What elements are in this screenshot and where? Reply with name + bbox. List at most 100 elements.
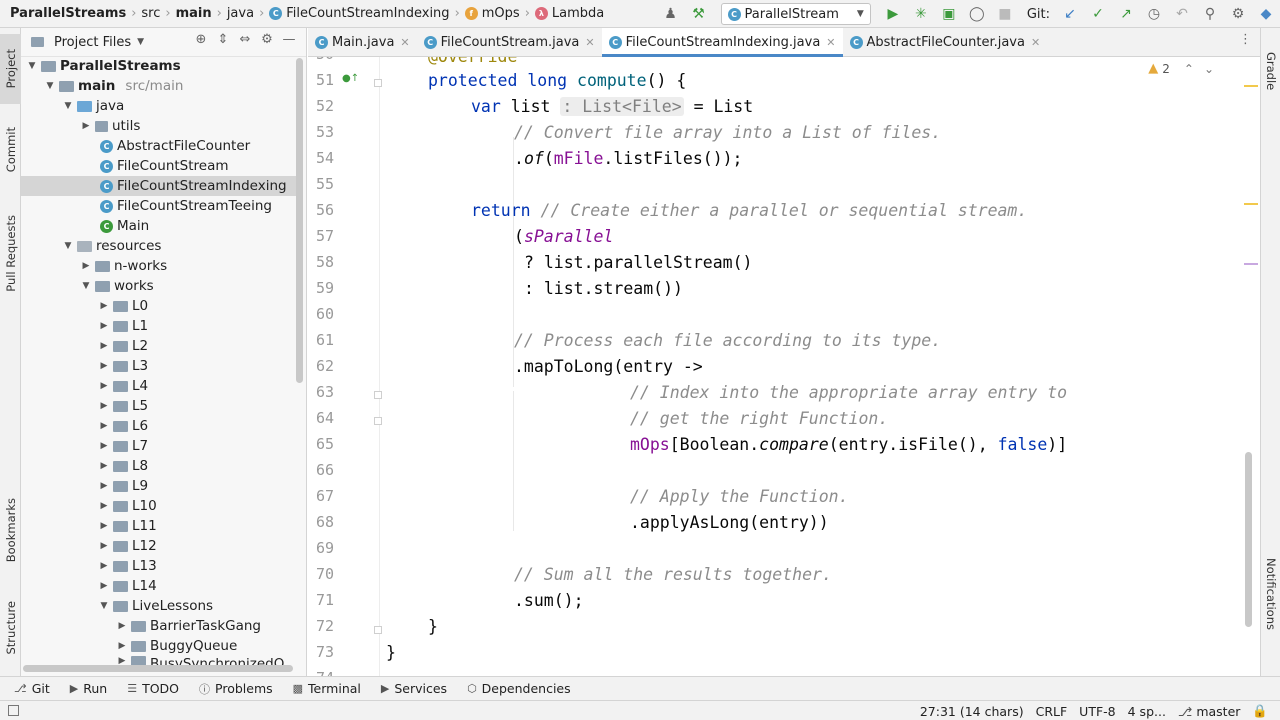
tool-run-button[interactable]: ▶ Run: [70, 681, 107, 696]
project-tool-tab[interactable]: Project: [0, 34, 21, 104]
tab-filecountstream-java[interactable]: C FileCountStream.java ✕: [417, 28, 602, 56]
caret-position[interactable]: 27:31 (14 chars): [920, 704, 1024, 719]
project-vertical-scrollbar[interactable]: [296, 58, 303, 383]
tree-item-main[interactable]: ▼ main src/main: [21, 76, 296, 96]
lock-icon[interactable]: 🔒: [1252, 703, 1268, 719]
build-hammer-icon[interactable]: ⚒: [687, 2, 711, 26]
tree-item-level[interactable]: ▶ L8: [21, 456, 296, 476]
tree-item-file-selected[interactable]: C FileCountStreamIndexing: [21, 176, 296, 196]
tab-abstractfilecounter-java[interactable]: C AbstractFileCounter.java ✕: [843, 28, 1048, 56]
tree-item-works[interactable]: ▼ works: [21, 276, 296, 296]
run-configuration-select[interactable]: C ParallelStream ▼: [720, 3, 871, 25]
breadcrumb-lambda[interactable]: Lambda: [552, 6, 604, 21]
warning-stripe-marker[interactable]: [1244, 85, 1258, 87]
project-horizontal-scrollbar[interactable]: [23, 665, 293, 672]
project-panel-title[interactable]: Project Files: [54, 35, 131, 50]
chevron-right-icon[interactable]: ▶: [97, 301, 111, 311]
chevron-down-icon[interactable]: ▼: [43, 81, 57, 91]
tree-item-level[interactable]: ▶ L0: [21, 296, 296, 316]
history-icon[interactable]: ◷: [1142, 2, 1166, 26]
pull-requests-tool-tab[interactable]: Pull Requests: [0, 198, 21, 308]
tree-item-level[interactable]: ▶ L7: [21, 436, 296, 456]
chevron-down-icon[interactable]: ▼: [61, 241, 75, 251]
collapse-all-icon[interactable]: ⇔: [234, 32, 256, 47]
breadcrumb-src[interactable]: src: [141, 6, 160, 21]
fold-marker-icon[interactable]: [374, 417, 382, 425]
tree-item-level[interactable]: ▶ L9: [21, 476, 296, 496]
chevron-right-icon[interactable]: ▶: [97, 321, 111, 331]
bookmarks-tool-tab[interactable]: Bookmarks: [0, 483, 21, 578]
tree-item-java[interactable]: ▼ java: [21, 96, 296, 116]
tree-item-folder[interactable]: ▶ BarrierTaskGang: [21, 616, 296, 636]
tree-item-level[interactable]: ▶ L3: [21, 356, 296, 376]
line-separator[interactable]: CRLF: [1036, 704, 1068, 719]
chevron-right-icon[interactable]: ▶: [97, 461, 111, 471]
tree-item-file[interactable]: C FileCountStreamTeeing: [21, 196, 296, 216]
git-update-icon[interactable]: ↙: [1058, 2, 1082, 26]
locate-icon[interactable]: ⊕: [190, 32, 212, 47]
chevron-right-icon[interactable]: ▶: [97, 481, 111, 491]
tree-item-level[interactable]: ▶ L10: [21, 496, 296, 516]
chevron-right-icon[interactable]: ▶: [97, 521, 111, 531]
chevron-right-icon[interactable]: ▶: [97, 441, 111, 451]
indent-setting[interactable]: 4 sp...: [1128, 704, 1166, 719]
tree-item-folder[interactable]: ▶ BuggyQueue: [21, 636, 296, 656]
minimize-icon[interactable]: —: [278, 32, 300, 47]
chevron-right-icon[interactable]: ▶: [97, 421, 111, 431]
chevron-right-icon[interactable]: ▶: [97, 541, 111, 551]
gear-icon[interactable]: ⚙: [256, 32, 278, 47]
chevron-down-icon[interactable]: ▼: [61, 101, 75, 111]
tool-git-button[interactable]: ⎇ Git: [14, 681, 50, 696]
tool-dependencies-button[interactable]: ⬡ Dependencies: [467, 681, 571, 696]
inspection-widget[interactable]: ▲ 2 ⌃ ⌄: [1148, 61, 1214, 76]
chevron-right-icon[interactable]: ▶: [115, 641, 129, 651]
tree-item-level[interactable]: ▶ L2: [21, 336, 296, 356]
chevron-right-icon[interactable]: ▶: [115, 621, 129, 631]
tree-item-n-works[interactable]: ▶ n-works: [21, 256, 296, 276]
tree-item-level[interactable]: ▶ L4: [21, 376, 296, 396]
debug-icon[interactable]: ✳: [909, 2, 933, 26]
chevron-down-icon[interactable]: ⌄: [1204, 62, 1214, 76]
close-icon[interactable]: ✕: [826, 36, 835, 49]
tool-services-button[interactable]: ▶ Services: [381, 681, 447, 696]
chevron-down-icon[interactable]: ▼: [79, 281, 93, 291]
breadcrumb-java[interactable]: java: [227, 6, 254, 21]
tree-item-level[interactable]: ▶ L13: [21, 556, 296, 576]
fold-marker-icon[interactable]: [374, 79, 382, 87]
chevron-right-icon[interactable]: ▶: [97, 341, 111, 351]
structure-tool-tab[interactable]: Structure: [0, 583, 21, 673]
fold-marker-icon[interactable]: [374, 391, 382, 399]
coverage-icon[interactable]: ▣: [937, 2, 961, 26]
tool-todo-button[interactable]: ☰ TODO: [127, 681, 179, 696]
rollback-icon[interactable]: ↶: [1170, 2, 1194, 26]
tree-item-level[interactable]: ▶ L11: [21, 516, 296, 536]
tree-item-live-lessons[interactable]: ▼ LiveLessons: [21, 596, 296, 616]
chevron-right-icon[interactable]: ▶: [79, 261, 93, 271]
gradle-tool-tab[interactable]: Gradle: [1264, 52, 1278, 94]
override-marker-icon[interactable]: ●↑: [342, 73, 359, 84]
tree-item-project-root[interactable]: ▼ ParallelStreams: [21, 56, 296, 76]
chevron-right-icon[interactable]: ▶: [97, 501, 111, 511]
code-editor[interactable]: 50 51 52 53 54 55 56 57 58 59 60 61 62 63 64 65 66 67 68 69…: [308, 57, 1260, 676]
git-commit-icon[interactable]: ✓: [1086, 2, 1110, 26]
tool-problems-button[interactable]: ⓘ Problems: [199, 681, 273, 697]
commit-tool-tab[interactable]: Commit: [0, 120, 21, 180]
warning-stripe-marker[interactable]: [1244, 203, 1258, 205]
tree-item-utils[interactable]: ▶ utils: [21, 116, 296, 136]
chevron-right-icon[interactable]: ▶: [97, 581, 111, 591]
tool-windows-toggle-icon[interactable]: [8, 705, 19, 716]
tree-item-file[interactable]: C Main: [21, 216, 296, 236]
chevron-right-icon[interactable]: ▶: [97, 381, 111, 391]
notifications-tool-tab[interactable]: Notifications: [1264, 558, 1278, 634]
chevron-right-icon[interactable]: ▶: [97, 361, 111, 371]
tree-item-level[interactable]: ▶ L14: [21, 576, 296, 596]
user-icon[interactable]: ♟: [659, 2, 683, 26]
git-branch[interactable]: master: [1196, 704, 1240, 719]
chevron-right-icon[interactable]: ▶: [97, 561, 111, 571]
search-icon[interactable]: ⚲: [1198, 2, 1222, 26]
breadcrumb-field[interactable]: mOps: [482, 6, 520, 21]
expand-all-icon[interactable]: ⇕: [212, 32, 234, 47]
chevron-down-icon[interactable]: ▼: [137, 37, 144, 47]
breadcrumb-project[interactable]: ParallelStreams: [10, 6, 126, 21]
git-push-icon[interactable]: ↗: [1114, 2, 1138, 26]
